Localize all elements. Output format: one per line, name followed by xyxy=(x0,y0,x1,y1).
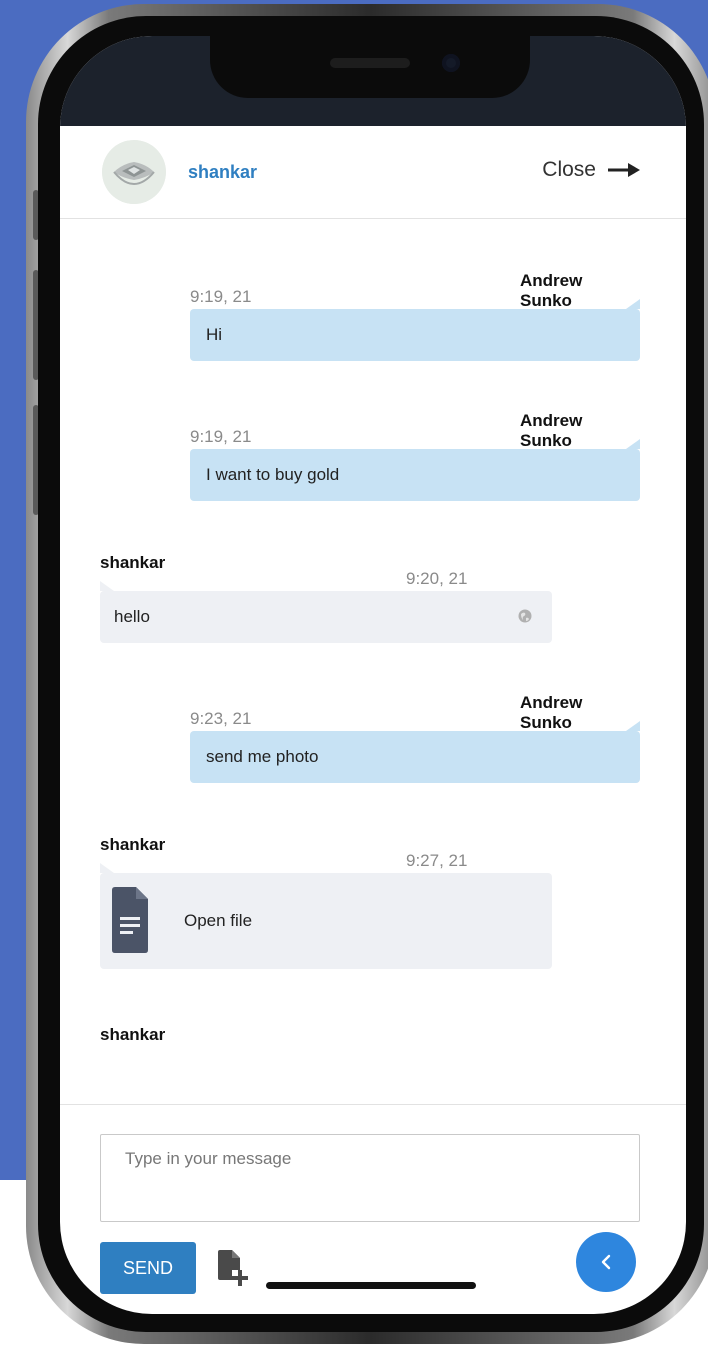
collapse-button[interactable] xyxy=(576,1232,636,1292)
message-input[interactable] xyxy=(100,1134,640,1222)
open-file-link[interactable]: Open file xyxy=(184,911,252,931)
message-sender: Andrew Sunko xyxy=(520,411,583,450)
file-add-icon[interactable] xyxy=(218,1250,248,1286)
file-attachment-bubble[interactable]: Open file xyxy=(100,863,552,969)
message-bubble: send me photo xyxy=(190,721,640,783)
message-bubble: hello xyxy=(100,581,552,643)
message-sender: shankar xyxy=(100,835,166,854)
message-sender: Andrew Sunko xyxy=(520,693,583,732)
notch xyxy=(210,36,530,98)
close-button[interactable]: Close xyxy=(542,158,640,182)
globe-icon xyxy=(518,609,532,623)
chat-header: shankar Close xyxy=(60,126,686,219)
close-label: Close xyxy=(542,158,596,181)
message-sender: shankar xyxy=(100,1025,166,1044)
message-bubble: Hi xyxy=(190,299,640,361)
avatar xyxy=(102,140,166,204)
message-sender: shankar xyxy=(100,553,166,572)
ring-image xyxy=(102,140,166,204)
arrow-right-icon xyxy=(608,163,640,177)
contact-name[interactable]: shankar xyxy=(188,162,257,183)
send-button[interactable]: SEND xyxy=(100,1242,196,1294)
message-sender: Andrew Sunko xyxy=(520,271,583,310)
phone-screen: shankar Close Andrew Sunko 9:19, 21 Febr… xyxy=(60,36,686,1314)
message-list[interactable]: Andrew Sunko 9:19, 21 February Hi Andrew… xyxy=(60,219,686,1103)
front-camera xyxy=(442,54,460,72)
home-indicator xyxy=(266,1282,476,1289)
chevron-left-icon xyxy=(601,1254,611,1270)
message-text: hello xyxy=(114,607,150,626)
speaker-grille xyxy=(330,58,410,68)
document-icon xyxy=(112,887,148,953)
message-bubble: I want to buy gold xyxy=(190,439,640,501)
footer-divider xyxy=(60,1104,686,1105)
